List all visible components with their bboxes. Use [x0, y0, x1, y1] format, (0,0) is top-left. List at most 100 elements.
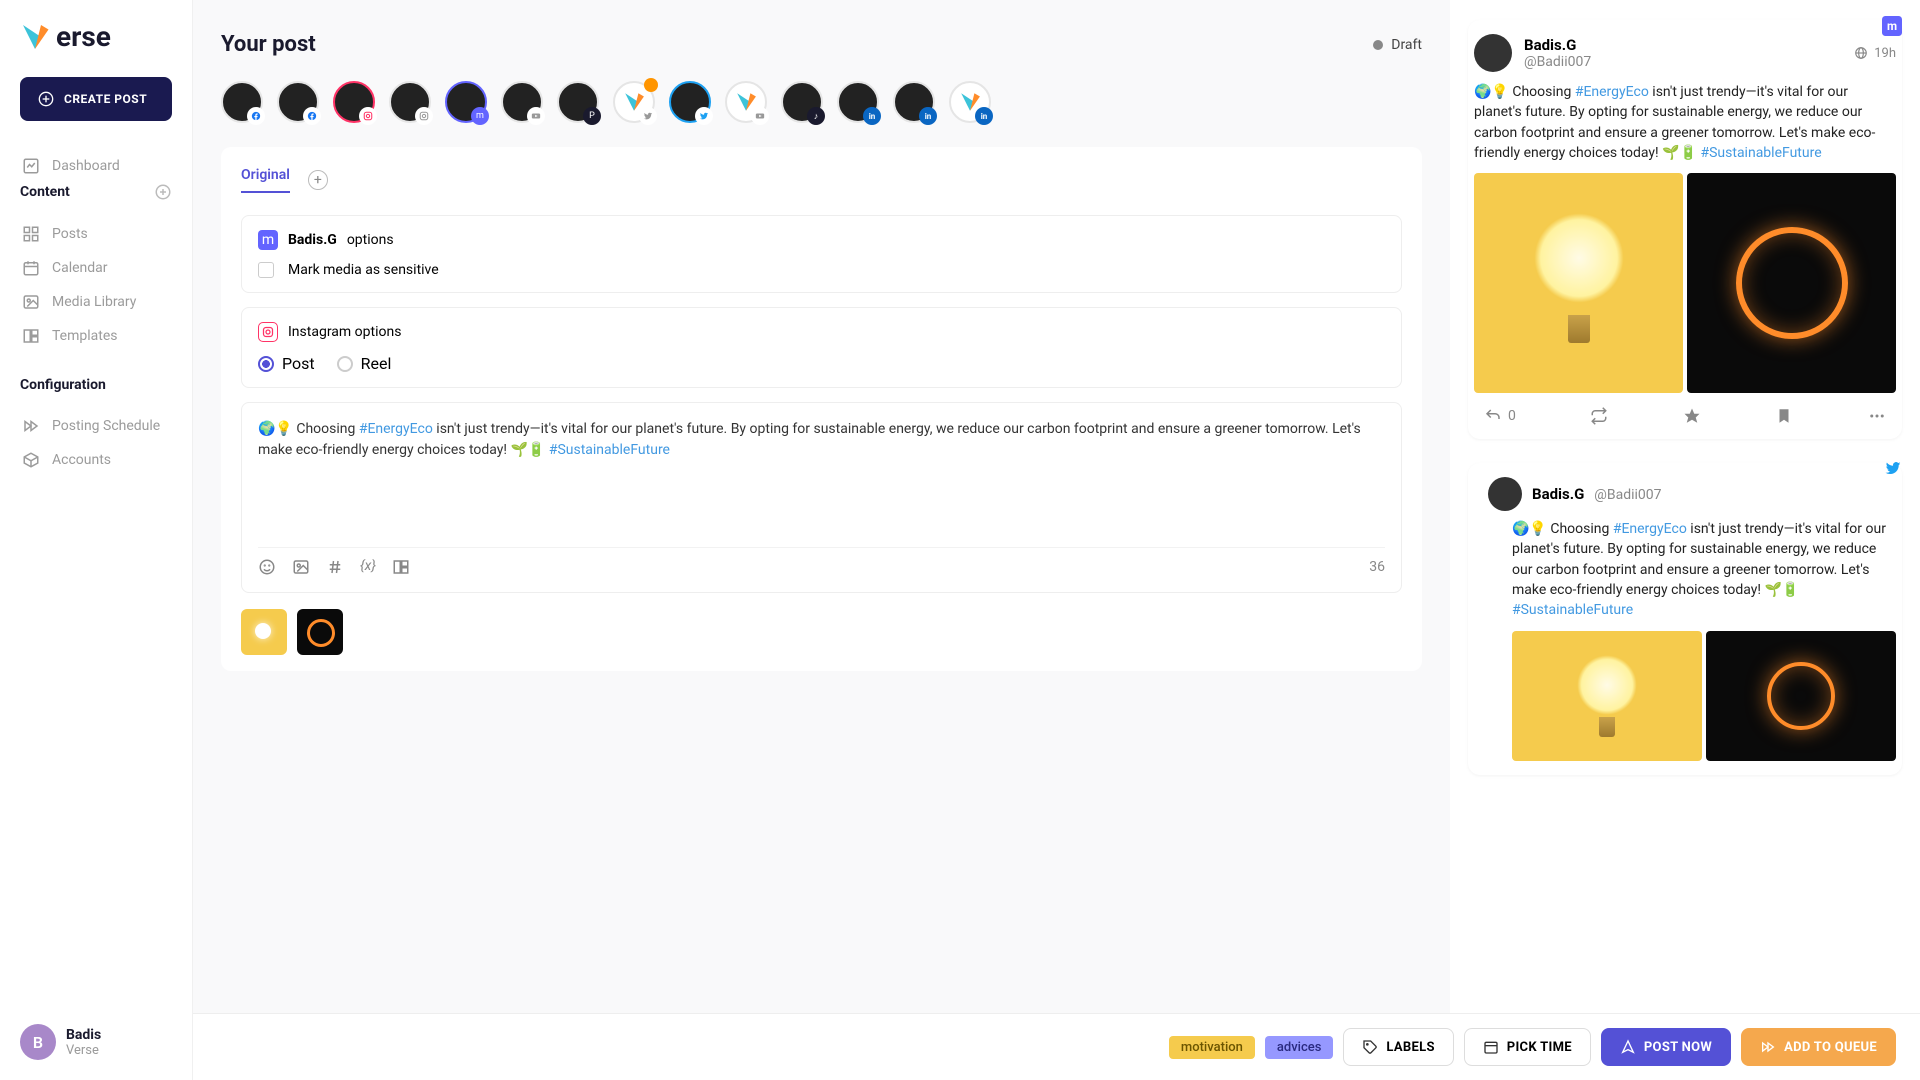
- status-dot-icon: [1373, 40, 1383, 50]
- post-now-button[interactable]: POST NOW: [1601, 1028, 1731, 1066]
- add-tab-button[interactable]: +: [308, 170, 328, 190]
- radio-dot-icon: [337, 356, 353, 372]
- svg-text:m: m: [1887, 19, 1897, 33]
- boost-button[interactable]: [1590, 407, 1608, 425]
- sidebar-item-label: Accounts: [52, 452, 111, 468]
- page-title: Your post: [221, 32, 316, 57]
- youtube-icon: [527, 107, 545, 125]
- bookmark-button[interactable]: [1775, 407, 1793, 425]
- avatar: B: [20, 1024, 56, 1060]
- instagram-icon: [415, 107, 433, 125]
- preview-text: 🌍💡 Choosing #EnergyEco isn't just trendy…: [1474, 82, 1896, 163]
- sidebar-item-label: Posts: [52, 226, 88, 242]
- image-icon: [22, 293, 40, 311]
- media-thumbnail-1[interactable]: [241, 609, 287, 655]
- forward-icon: [1760, 1039, 1776, 1055]
- add-content-icon[interactable]: [154, 183, 172, 201]
- account-twitter-2[interactable]: [669, 81, 711, 123]
- content-heading: Content: [20, 183, 172, 201]
- account-linkedin-1[interactable]: in: [837, 81, 879, 123]
- box-icon: [22, 451, 40, 469]
- post-text-content[interactable]: 🌍💡 Choosing #EnergyEco isn't just trendy…: [258, 419, 1385, 529]
- more-button[interactable]: [1868, 407, 1886, 425]
- user-footer[interactable]: B Badis Verse: [20, 1024, 172, 1060]
- sidebar-item-accounts[interactable]: Accounts: [20, 443, 172, 477]
- sidebar-item-calendar[interactable]: Calendar: [20, 251, 172, 285]
- preview-twitter: Badis.G @Badii007 🌍💡 Choosing #EnergyEco…: [1468, 463, 1902, 774]
- sidebar-item-posts[interactable]: Posts: [20, 217, 172, 251]
- post-editor[interactable]: 🌍💡 Choosing #EnergyEco isn't just trendy…: [241, 402, 1402, 593]
- radio-post[interactable]: Post: [258, 354, 315, 373]
- account-tiktok[interactable]: ♪: [781, 81, 823, 123]
- sensitive-checkbox[interactable]: [258, 262, 274, 278]
- grid-icon: [22, 225, 40, 243]
- facebook-icon: [247, 107, 265, 125]
- sidebar-item-templates[interactable]: Templates: [20, 319, 172, 353]
- media-attachments: [241, 609, 1402, 655]
- account-instagram-1[interactable]: [333, 81, 375, 123]
- account-instagram-2[interactable]: [389, 81, 431, 123]
- pick-time-button[interactable]: PICK TIME: [1464, 1028, 1591, 1066]
- instagram-icon: [359, 107, 377, 125]
- linkedin-icon: in: [863, 107, 881, 125]
- account-facebook-1[interactable]: [221, 81, 263, 123]
- account-facebook-2[interactable]: [277, 81, 319, 123]
- preview-name: Badis.G: [1532, 485, 1584, 503]
- mastodon-icon: m: [471, 107, 489, 125]
- template-button[interactable]: [392, 558, 410, 576]
- tab-original[interactable]: Original: [241, 167, 290, 193]
- radio-dot-icon: [258, 356, 274, 372]
- preview-handle: @Badii007: [1524, 54, 1591, 70]
- logo-text: erse: [56, 20, 111, 53]
- reply-button[interactable]: 0: [1484, 407, 1516, 425]
- media-thumbnail-2[interactable]: [297, 609, 343, 655]
- create-post-button[interactable]: CREATE POST: [20, 77, 172, 121]
- account-verse-youtube[interactable]: [725, 81, 767, 123]
- radio-reel[interactable]: Reel: [337, 354, 392, 373]
- sidebar-item-label: Templates: [52, 328, 118, 344]
- tag-motivation[interactable]: motivation: [1169, 1036, 1255, 1059]
- preview-image-2[interactable]: [1706, 631, 1896, 761]
- hashtag-button[interactable]: [326, 558, 344, 576]
- send-icon: [1620, 1039, 1636, 1055]
- tiktok-icon: ♪: [807, 107, 825, 125]
- preview-image-2[interactable]: [1687, 173, 1896, 393]
- sidebar-item-schedule[interactable]: Posting Schedule: [20, 409, 172, 443]
- add-queue-button[interactable]: ADD TO QUEUE: [1741, 1028, 1896, 1066]
- instagram-label: Instagram options: [288, 324, 401, 340]
- status-badge: Draft: [1373, 37, 1422, 53]
- account-youtube-1[interactable]: [501, 81, 543, 123]
- account-verse-linkedin[interactable]: in: [949, 81, 991, 123]
- preview-image-1[interactable]: [1474, 173, 1683, 393]
- sidebar-item-label: Dashboard: [52, 158, 120, 174]
- pinterest-icon: P: [583, 107, 601, 125]
- mastodon-username: Badis.G: [288, 232, 337, 248]
- account-verse-twitter-1[interactable]: [613, 81, 655, 123]
- account-mastodon[interactable]: m: [445, 81, 487, 123]
- mastodon-icon: m: [1882, 16, 1902, 36]
- account-linkedin-2[interactable]: in: [893, 81, 935, 123]
- preview-name: Badis.G: [1524, 36, 1591, 54]
- sidebar-item-dashboard[interactable]: Dashboard: [20, 149, 172, 183]
- youtube-icon: [751, 107, 769, 125]
- instagram-icon: [258, 322, 278, 342]
- facebook-icon: [303, 107, 321, 125]
- twitter-icon: [695, 107, 713, 125]
- preview-image-1[interactable]: [1512, 631, 1702, 761]
- variable-button[interactable]: {x}: [360, 558, 376, 576]
- layout-icon: [22, 327, 40, 345]
- chart-icon: [22, 157, 40, 175]
- plus-circle-icon: [38, 91, 54, 107]
- favorite-button[interactable]: [1683, 407, 1701, 425]
- media-button[interactable]: [292, 558, 310, 576]
- emoji-button[interactable]: [258, 558, 276, 576]
- hashtag[interactable]: #EnergyEco: [359, 421, 433, 437]
- tag-advices[interactable]: advices: [1265, 1036, 1334, 1059]
- account-pinterest[interactable]: P: [557, 81, 599, 123]
- sidebar-item-label: Calendar: [52, 260, 108, 276]
- options-label: options: [347, 232, 394, 248]
- hashtag[interactable]: #SustainableFuture: [549, 442, 670, 458]
- labels-button[interactable]: LABELS: [1343, 1028, 1453, 1066]
- sidebar-item-media[interactable]: Media Library: [20, 285, 172, 319]
- preview-avatar: [1488, 477, 1522, 511]
